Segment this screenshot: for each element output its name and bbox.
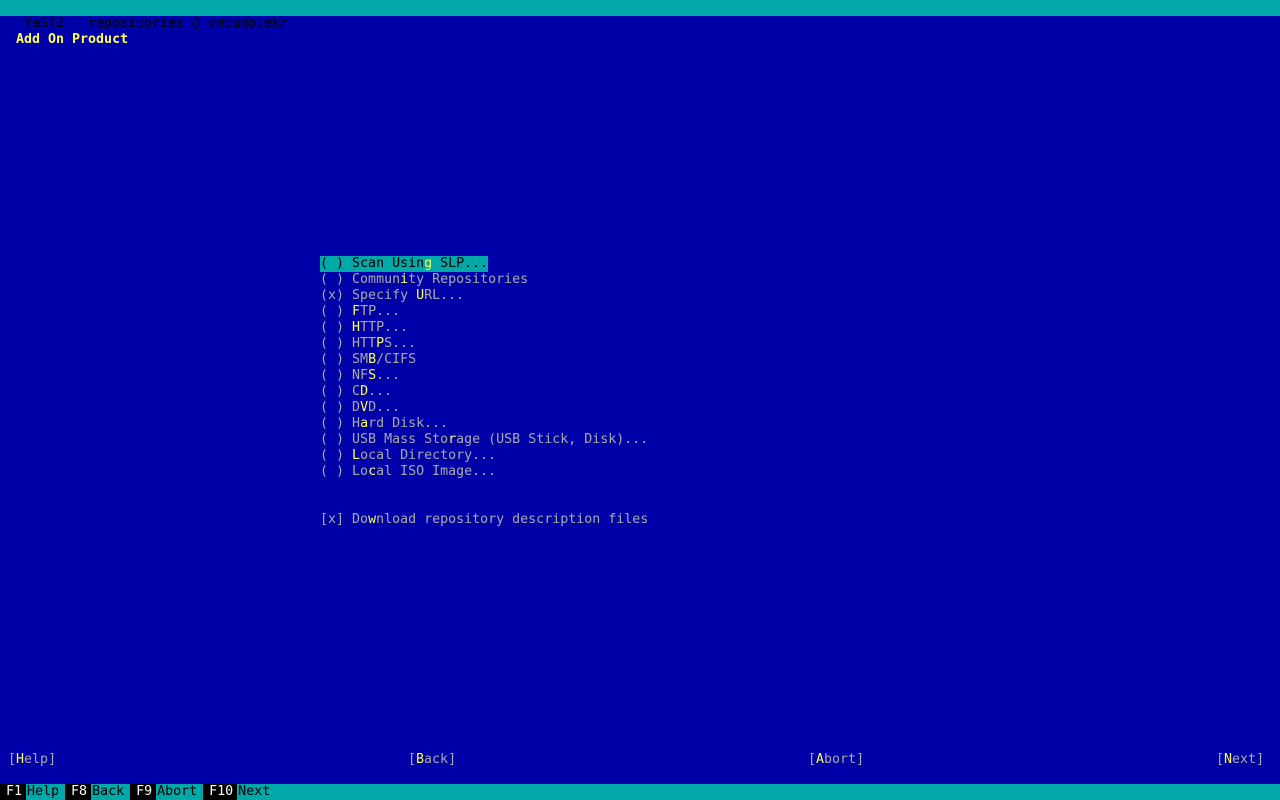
hotkey: L — [352, 448, 361, 463]
option-local-iso-image[interactable]: ( ) Local ISO Image... — [320, 464, 496, 480]
option-scan-using-slp[interactable]: ( ) Scan Using SLP... — [320, 256, 489, 272]
option-label: HTTPS... — [352, 336, 417, 351]
fkey-abort[interactable]: F9 Abort — [130, 784, 203, 800]
radio-indicator: ( ) — [320, 400, 345, 415]
option-label: Scan Using SLP... — [352, 256, 489, 271]
radio-indicator: ( ) — [320, 352, 345, 367]
fkey-label: F1 — [0, 784, 27, 800]
hotkey: U — [416, 288, 425, 303]
hotkey: c — [368, 464, 377, 479]
radio-indicator: ( ) — [320, 256, 345, 271]
function-key-bar: F1 Help F8 Back F9 Abort F10 Next — [0, 784, 1280, 800]
hotkey: a — [360, 416, 369, 431]
option-label: FTP... — [352, 304, 401, 319]
hotkey: w — [368, 512, 377, 527]
hotkey: H — [352, 320, 361, 335]
radio-indicator: (x) — [320, 288, 345, 303]
window-titlebar: YaST2 - repositories @ vmtumblekr — [0, 0, 1280, 31]
radio-indicator: ( ) — [320, 464, 345, 479]
hotkey: D — [360, 384, 369, 399]
option-label: USB Mass Storage (USB Stick, Disk)... — [352, 432, 649, 447]
option-cd[interactable]: ( ) CD... — [320, 384, 392, 400]
hotkey: H — [16, 752, 25, 767]
dialog-title: Add On Product — [16, 32, 129, 47]
fkey-action: Back — [92, 784, 125, 799]
option-label: Hard Disk... — [352, 416, 449, 431]
hotkey: i — [400, 272, 409, 287]
hotkey: S — [368, 368, 377, 383]
fkey-action: Abort — [157, 784, 198, 799]
radio-indicator: ( ) — [320, 384, 345, 399]
abort-button[interactable]: [Abort] — [808, 752, 864, 768]
fkey-action: Next — [238, 784, 271, 799]
radio-indicator: ( ) — [320, 448, 345, 463]
hotkey: N — [1224, 752, 1233, 767]
option-hard-disk[interactable]: ( ) Hard Disk... — [320, 416, 448, 432]
fkey-label: F8 — [65, 784, 92, 800]
radio-indicator: ( ) — [320, 432, 345, 447]
option-label: HTTP... — [352, 320, 409, 335]
option-smb-cifs[interactable]: ( ) SMB/CIFS — [320, 352, 416, 368]
radio-indicator: ( ) — [320, 272, 345, 287]
option-ftp[interactable]: ( ) FTP... — [320, 304, 400, 320]
hotkey: F — [352, 304, 361, 319]
option-local-directory[interactable]: ( ) Local Directory... — [320, 448, 496, 464]
fkey-label: F9 — [130, 784, 157, 800]
radio-indicator: ( ) — [320, 320, 345, 335]
option-label: Community Repositories — [352, 272, 529, 287]
option-community-repositories[interactable]: ( ) Community Repositories — [320, 272, 528, 288]
checkbox-label: Download repository description files — [352, 512, 649, 527]
option-usb-mass-storage[interactable]: ( ) USB Mass Storage (USB Stick, Disk)..… — [320, 432, 648, 448]
back-button[interactable]: [Back] — [408, 752, 456, 768]
hotkey: V — [360, 400, 369, 415]
radio-indicator: ( ) — [320, 368, 345, 383]
option-https[interactable]: ( ) HTTPS... — [320, 336, 416, 352]
checkbox-download-repo-description[interactable]: [x] Download repository description file… — [320, 512, 648, 528]
option-label: Specify URL... — [352, 288, 465, 303]
fkey-help[interactable]: F1 Help — [0, 784, 65, 800]
hotkey: A — [816, 752, 825, 767]
fkey-back[interactable]: F8 Back — [65, 784, 130, 800]
option-nfs[interactable]: ( ) NFS... — [320, 368, 400, 384]
hotkey: P — [376, 336, 385, 351]
help-button[interactable]: [Help] — [8, 752, 56, 768]
hotkey: B — [416, 752, 425, 767]
option-label: Local Directory... — [352, 448, 497, 463]
radio-indicator: ( ) — [320, 304, 345, 319]
window-title: YaST2 - repositories @ vmtumblekr — [24, 16, 289, 31]
option-label: SMB/CIFS — [352, 352, 417, 367]
option-dvd[interactable]: ( ) DVD... — [320, 400, 400, 416]
radio-indicator: ( ) — [320, 336, 345, 351]
radio-indicator: ( ) — [320, 416, 345, 431]
option-label: Local ISO Image... — [352, 464, 497, 479]
option-specify-url[interactable]: (x) Specify URL... — [320, 288, 464, 304]
hotkey: g — [424, 256, 433, 271]
checkbox-indicator: [x] — [320, 512, 345, 527]
fkey-label: F10 — [203, 784, 238, 800]
option-label: CD... — [352, 384, 393, 399]
option-label: NFS... — [352, 368, 401, 383]
next-button[interactable]: [Next] — [1216, 752, 1264, 768]
fkey-action: Help — [27, 784, 60, 799]
option-label: DVD... — [352, 400, 401, 415]
fkey-next[interactable]: F10 Next — [203, 784, 276, 800]
option-http[interactable]: ( ) HTTP... — [320, 320, 408, 336]
hotkey: B — [368, 352, 377, 367]
hotkey: r — [448, 432, 457, 447]
